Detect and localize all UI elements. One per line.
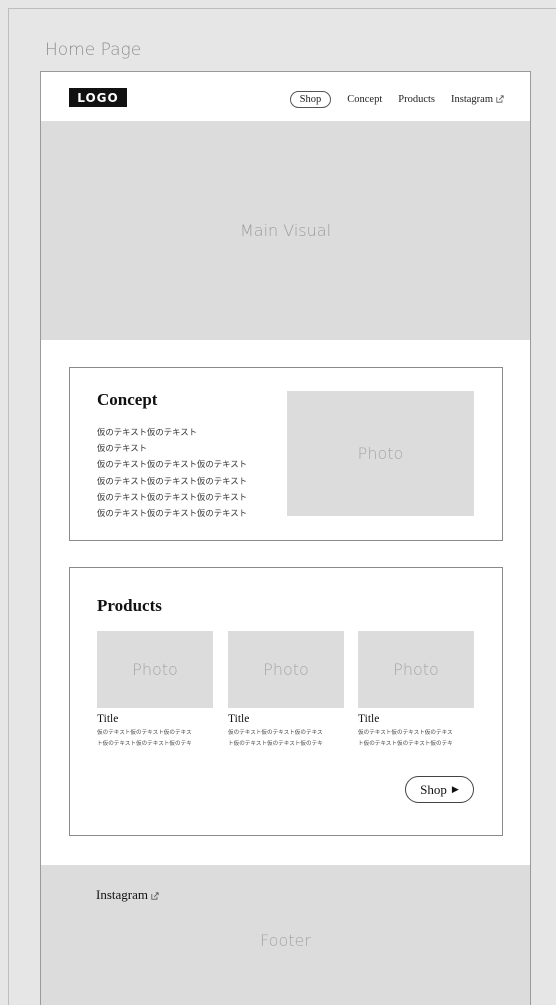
play-arrow-icon: ▶ [451,784,459,794]
product-description-line: 仮のテキスト仮のテキスト仮のテキス [228,730,323,736]
global-nav: Shop Concept Products Instagram [289,91,504,108]
nav-products-link[interactable]: Products [398,94,435,105]
product-description-line: 仮のテキスト仮のテキスト仮のテキス [97,730,192,736]
product-title: Title [97,713,119,725]
artboard-label: Home Page [45,40,142,60]
product-description: 仮のテキスト仮のテキスト仮のテキス ト仮のテキスト仮のテキスト仮のテキ [358,728,474,749]
product-description: 仮のテキスト仮のテキスト仮のテキス ト仮のテキスト仮のテキスト仮のテキ [228,728,344,749]
concept-text-line: 仮のテキスト仮のテキスト仮のテキスト [97,459,247,470]
page: LOGO Shop Concept Products Instagram Mai… [40,71,531,1005]
concept-section: Concept 仮のテキスト仮のテキスト 仮のテキスト 仮のテキスト仮のテキスト… [69,367,503,541]
nav-shop-button[interactable]: Shop [289,91,332,108]
concept-text: 仮のテキスト仮のテキスト 仮のテキスト 仮のテキスト仮のテキスト仮のテキスト 仮… [97,424,247,521]
product-description-line: ト仮のテキスト仮のテキスト仮のテキ [97,740,192,747]
product-description-line: ト仮のテキスト仮のテキスト仮のテキ [228,740,323,747]
photo-label: Photo [393,660,439,679]
shop-button-label: Shop [420,781,447,797]
external-link-icon [496,95,504,103]
product-photo: Photo [228,631,344,708]
nav-instagram-label: Instagram [451,94,493,105]
products-title: Products [97,596,162,615]
concept-text-line: 仮のテキスト仮のテキスト仮のテキスト [97,491,247,502]
product-title: Title [358,713,380,725]
concept-photo: Photo [287,391,474,516]
concept-text-line: 仮のテキスト仮のテキスト [97,427,197,437]
products-section: Products Photo Title 仮のテキスト仮のテキスト仮のテキス ト… [69,567,503,836]
product-description-line: 仮のテキスト仮のテキスト仮のテキス [358,730,453,736]
concept-text-line: 仮のテキスト仮のテキスト仮のテキスト [97,508,247,519]
product-description-line: ト仮のテキスト仮のテキスト仮のテキ [358,740,453,747]
footer-instagram-link[interactable]: Instagram [96,887,159,903]
shop-button[interactable]: Shop ▶ [405,776,474,803]
product-title: Title [228,713,250,725]
product-card[interactable]: Photo Title 仮のテキスト仮のテキスト仮のテキス ト仮のテキスト仮のテ… [358,631,474,749]
concept-text-line: 仮のテキスト仮のテキスト仮のテキスト [97,475,247,486]
concept-text-line: 仮のテキスト [97,443,147,454]
site-footer: Instagram Footer [41,865,530,1005]
product-description: 仮のテキスト仮のテキスト仮のテキス ト仮のテキスト仮のテキスト仮のテキ [97,728,213,749]
nav-instagram-link[interactable]: Instagram [451,94,504,105]
site-header: LOGO Shop Concept Products Instagram [41,72,530,121]
main-visual: Main Visual [41,121,530,340]
photo-label: Photo [132,660,178,679]
main-visual-label: Main Visual [239,221,332,240]
photo-label: Photo [263,660,309,679]
product-photo: Photo [97,631,213,708]
product-card[interactable]: Photo Title 仮のテキスト仮のテキスト仮のテキス ト仮のテキスト仮のテ… [97,631,213,749]
photo-label: Photo [357,444,404,463]
footer-label: Footer [260,931,311,950]
product-photo: Photo [358,631,474,708]
footer-instagram-label: Instagram [96,887,148,902]
nav-concept-link[interactable]: Concept [347,94,382,105]
concept-title: Concept [97,390,158,409]
product-card[interactable]: Photo Title 仮のテキスト仮のテキスト仮のテキス ト仮のテキスト仮のテ… [228,631,344,749]
external-link-icon [151,892,159,900]
logo[interactable]: LOGO [69,88,127,107]
